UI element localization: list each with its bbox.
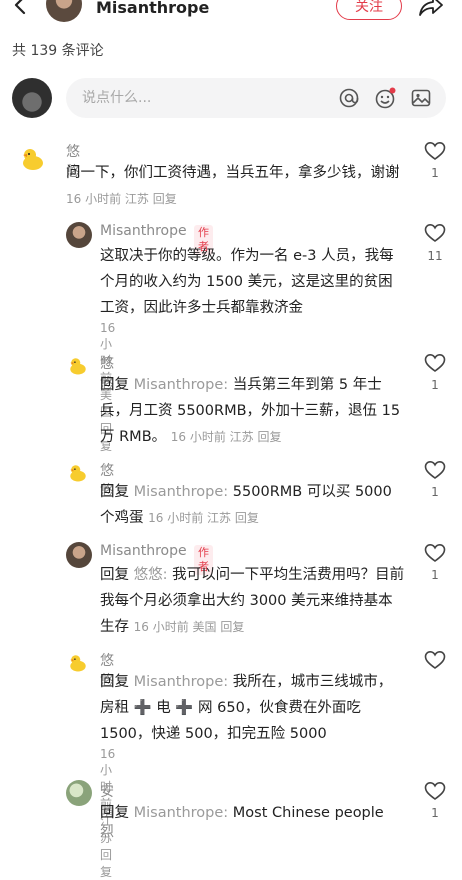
- reply-target[interactable]: 悠悠:: [134, 567, 168, 583]
- reply-target[interactable]: Misanthrope:: [134, 377, 229, 393]
- reply-target[interactable]: Misanthrope:: [134, 805, 229, 821]
- like-count: 11: [427, 249, 443, 263]
- duck-icon: [23, 149, 43, 170]
- comment-text: 回复 Misanthrope: 当兵第三年到第 5 年士兵，月工资 5500RM…: [100, 372, 406, 450]
- user-avatar[interactable]: [66, 542, 92, 568]
- plant-avatar[interactable]: [66, 780, 92, 806]
- author-name[interactable]: Misanthrope: [96, 0, 209, 17]
- duck-icon: [70, 465, 86, 482]
- comment-input[interactable]: [82, 78, 322, 118]
- reply-target[interactable]: Misanthrope:: [134, 674, 229, 690]
- comment-count: 共 139 条评论: [12, 43, 104, 59]
- emoji-icon[interactable]: [374, 87, 396, 109]
- reply-prefix: 回复: [100, 805, 129, 821]
- duck-icon: [70, 358, 86, 375]
- comment-text: 问一下，你们工资待遇，当兵五年，拿多少钱，谢谢 16 小时前 江苏 回复: [66, 160, 406, 212]
- reply-prefix: 回复: [100, 377, 129, 393]
- comment-meta: 16 小时前 江苏 回复: [148, 511, 259, 525]
- duck-avatar[interactable]: [66, 461, 90, 485]
- reply-prefix: 回复: [100, 567, 129, 583]
- top-bar: Misanthrope 关注: [0, 0, 462, 30]
- like-count: 1: [431, 568, 439, 582]
- at-mention-icon[interactable]: [338, 87, 360, 109]
- heart-icon[interactable]: [424, 781, 446, 801]
- comment-body: Most Chinese people: [232, 805, 384, 821]
- like-count: 1: [431, 806, 439, 820]
- heart-icon[interactable]: [424, 543, 446, 563]
- heart-icon[interactable]: [424, 460, 446, 480]
- heart-icon[interactable]: [424, 650, 446, 670]
- author-avatar[interactable]: [46, 0, 82, 22]
- comment-username[interactable]: Misanthrope: [100, 543, 187, 559]
- duck-avatar[interactable]: [66, 354, 90, 378]
- comment-username[interactable]: Misanthrope: [100, 223, 187, 239]
- reply-prefix: 回复: [100, 484, 129, 500]
- like-count: 1: [431, 166, 439, 180]
- comment-body: 问一下，你们工资待遇，当兵五年，拿多少钱，谢谢: [66, 165, 400, 181]
- comment-body: 这取决于你的等级。作为一名 e-3 人员，我每个月的收入约为 1500 美元，这…: [100, 248, 394, 316]
- reply-prefix: 回复: [100, 674, 129, 690]
- share-icon[interactable]: [418, 0, 444, 18]
- duck-avatar[interactable]: [18, 144, 48, 174]
- heart-icon[interactable]: [424, 353, 446, 373]
- comment-meta: 16 小时前 美国 回复: [133, 620, 245, 634]
- comment-text: 回复 Misanthrope: 我所在，城市三线城市，房租 ➕ 电 ➕ 网 65…: [100, 669, 406, 747]
- comment-text: 回复 Misanthrope: 5500RMB 可以买 5000 个鸡蛋 16 …: [100, 479, 406, 531]
- comment-meta: 16 小时前 江苏 回复: [170, 430, 282, 444]
- comment-input-box[interactable]: [66, 78, 446, 118]
- reply-target[interactable]: Misanthrope:: [134, 484, 229, 500]
- user-avatar[interactable]: [66, 222, 92, 248]
- comment-text: 回复 Misanthrope: Most Chinese people: [100, 800, 406, 826]
- heart-icon[interactable]: [424, 141, 446, 161]
- back-arrow-icon[interactable]: [10, 0, 32, 16]
- image-icon[interactable]: [410, 87, 432, 109]
- my-avatar: [12, 78, 52, 118]
- follow-button[interactable]: 关注: [336, 0, 402, 20]
- comment-meta: 16 小时前 江苏 回复: [66, 192, 177, 206]
- like-count: 1: [431, 378, 439, 392]
- duck-avatar[interactable]: [66, 651, 90, 675]
- heart-icon[interactable]: [424, 223, 446, 243]
- duck-icon: [70, 655, 86, 672]
- comment-text: 回复 悠悠: 我可以问一下平均生活费用吗？目前我每个月必须拿出大约 3000 美…: [100, 562, 406, 640]
- like-count: 1: [431, 485, 439, 499]
